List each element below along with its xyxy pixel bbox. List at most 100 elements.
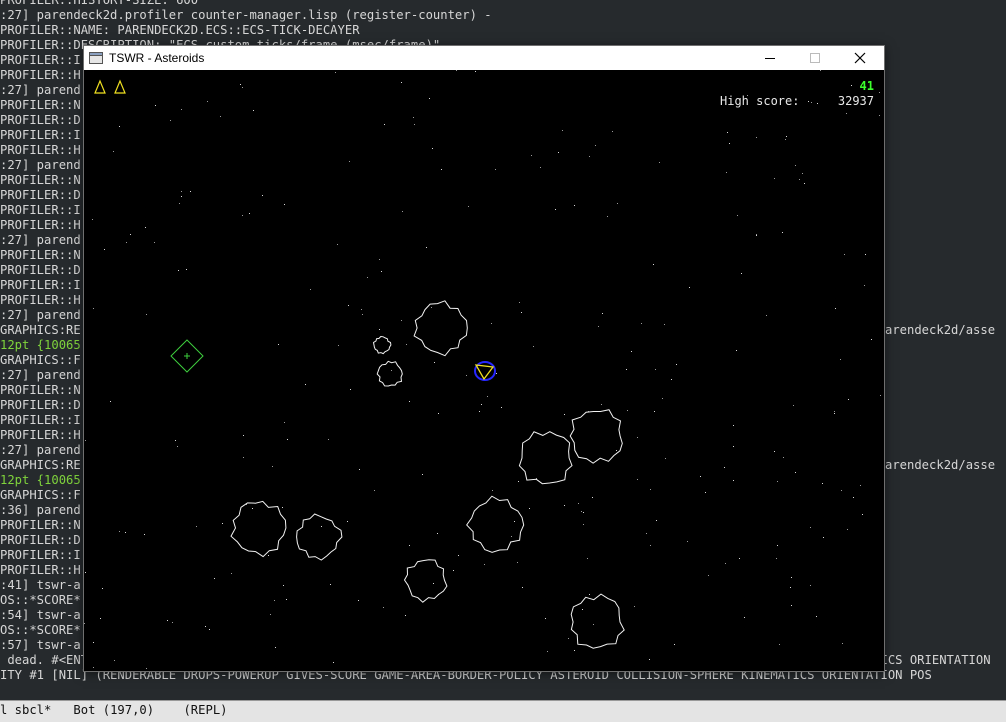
star (154, 242, 155, 243)
star (85, 440, 86, 441)
star (641, 323, 642, 324)
star (350, 389, 351, 390)
star (441, 169, 442, 170)
repl-output-line: PROFILER::NAME: PARENDECK2D.ECS::ECS-TIC… (0, 23, 360, 37)
star (431, 307, 432, 308)
star (834, 413, 835, 414)
star (612, 131, 613, 132)
star (177, 446, 178, 447)
star (865, 254, 866, 255)
star (456, 70, 457, 71)
star (178, 270, 179, 271)
star (492, 490, 493, 491)
star (268, 555, 269, 556)
star (310, 289, 311, 290)
repl-output-line: PROFILER::D (0, 263, 81, 277)
ship-icon (474, 361, 496, 381)
star (562, 130, 563, 131)
star (242, 215, 243, 216)
star (231, 573, 232, 574)
star (786, 136, 787, 137)
star (391, 370, 392, 371)
repl-output-line: PROFILER::H (0, 143, 81, 157)
game-canvas[interactable]: 41 High score: 32937 (84, 70, 884, 671)
star (328, 439, 329, 440)
star (602, 313, 603, 314)
star (725, 563, 726, 564)
star (362, 314, 363, 315)
star (880, 395, 881, 396)
star (729, 143, 730, 144)
star (422, 474, 423, 475)
star (374, 490, 375, 491)
repl-output-line: GRAPHICS::F (0, 353, 81, 367)
star (220, 116, 221, 117)
star (795, 472, 796, 473)
repl-output-line: GRAPHICS::F (0, 488, 81, 502)
star (741, 273, 742, 274)
star (531, 155, 532, 156)
star (766, 315, 767, 316)
star (262, 195, 263, 196)
star (437, 533, 438, 534)
minimize-button[interactable] (747, 46, 792, 70)
star (282, 507, 283, 508)
star (820, 70, 821, 71)
star (802, 173, 803, 174)
star (822, 483, 823, 484)
starfield (84, 70, 881, 669)
repl-output-line: PROFILER::I (0, 548, 81, 562)
star (518, 481, 519, 482)
star (167, 620, 168, 621)
star (367, 277, 368, 278)
repl-output-line: GRAPHICS:RE (0, 323, 81, 337)
star (126, 242, 127, 243)
star (871, 339, 872, 340)
star (617, 203, 618, 204)
repl-output-line: PROFILER::D (0, 398, 81, 412)
powerup-diamond-icon (170, 339, 204, 373)
star (616, 450, 617, 451)
star (791, 577, 792, 578)
star (847, 529, 848, 530)
star (593, 624, 594, 625)
star (242, 87, 243, 88)
asteroid (570, 593, 625, 649)
life-icon (94, 79, 106, 94)
star (650, 489, 651, 490)
star (846, 113, 847, 114)
star (816, 616, 817, 617)
window-title: TSWR - Asteroids (109, 51, 205, 65)
star (637, 479, 638, 480)
repl-output-line: PROFILER::H (0, 293, 81, 307)
star (739, 558, 740, 559)
window-titlebar[interactable]: TSWR - Asteroids (84, 46, 884, 70)
star (631, 351, 632, 352)
window-app-icon[interactable] (89, 52, 103, 64)
maximize-button[interactable] (792, 46, 837, 70)
star (349, 161, 350, 162)
star (358, 600, 359, 601)
star (810, 585, 811, 586)
close-button[interactable] (837, 46, 882, 70)
asteroid (518, 431, 573, 485)
star (848, 399, 849, 400)
star (558, 152, 559, 153)
star (851, 85, 852, 86)
star (330, 584, 331, 585)
game-window[interactable]: TSWR - Asteroids 41 High score: 32937 (83, 45, 885, 672)
star (664, 324, 665, 325)
star (598, 326, 599, 327)
repl-output-line: PROFILER::I (0, 53, 81, 67)
asteroid (376, 360, 403, 387)
star (545, 618, 546, 619)
star (205, 626, 206, 627)
star (656, 520, 657, 521)
star (547, 651, 548, 652)
star (519, 302, 520, 303)
star (671, 379, 672, 380)
star (595, 145, 596, 146)
star (110, 401, 111, 402)
current-score: 41 (859, 79, 874, 93)
star (744, 617, 745, 618)
